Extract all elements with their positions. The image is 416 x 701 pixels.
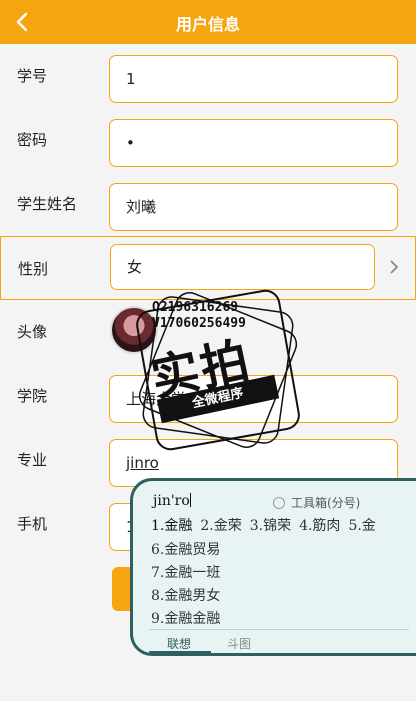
ime-candidate[interactable]: 6.金融贸易 bbox=[151, 539, 220, 559]
row-password: 密码 • bbox=[0, 108, 416, 172]
password-label: 密码 bbox=[17, 131, 48, 149]
ime-toolbox[interactable]: 工具箱(分号) bbox=[273, 494, 360, 511]
ime-tab-suggest[interactable]: 联想 bbox=[167, 635, 191, 652]
ime-toolbox-label: 工具箱(分号) bbox=[291, 496, 361, 510]
row-student-id: 学号 1 bbox=[0, 44, 416, 108]
phone-label: 手机 bbox=[17, 515, 48, 533]
name-label: 学生姓名 bbox=[17, 195, 78, 213]
ime-input-text: jin'ro bbox=[153, 493, 191, 509]
ime-candidate-row: 1.金融 2.金荣 3.锦荣 4.筋肉 5.金 bbox=[151, 515, 384, 535]
gender-label: 性别 bbox=[18, 260, 49, 278]
ime-tab-stickers[interactable]: 斗图 bbox=[227, 635, 251, 652]
name-input[interactable]: 刘曦 bbox=[109, 183, 398, 231]
ime-candidate[interactable]: 1.金融 bbox=[151, 518, 192, 534]
student-id-label: 学号 bbox=[17, 67, 48, 85]
ime-candidate[interactable]: 5.金 bbox=[348, 518, 375, 534]
row-name: 学生姓名 刘曦 bbox=[0, 172, 416, 236]
ime-candidate[interactable]: 2.金荣 bbox=[200, 518, 241, 534]
ime-tab-indicator bbox=[149, 651, 211, 653]
row-gender[interactable]: 性别 女 bbox=[0, 236, 416, 300]
avatar-label: 头像 bbox=[17, 323, 48, 341]
ime-panel: jin'ro 工具箱(分号) 1.金融 2.金荣 3.锦荣 4.筋肉 5.金 6.金融贸… bbox=[130, 478, 416, 656]
ime-candidate[interactable]: 7.金融一班 bbox=[151, 562, 220, 582]
gender-select[interactable]: 女 bbox=[110, 244, 375, 290]
page-title: 用户信息 bbox=[175, 15, 240, 34]
ime-candidate[interactable]: 9.金融金融 bbox=[151, 608, 220, 628]
chevron-right-icon[interactable] bbox=[389, 259, 399, 275]
watermark-qq: Q2196316269 bbox=[152, 300, 239, 315]
header-bar: 用户信息 bbox=[0, 0, 416, 44]
ime-caret bbox=[189, 493, 191, 507]
major-input-text: jinro bbox=[126, 454, 159, 472]
college-label: 学院 bbox=[17, 387, 48, 405]
ime-tab-bar: 联想 斗图 bbox=[149, 629, 409, 653]
ime-candidate[interactable]: 4.筋肉 bbox=[299, 518, 340, 534]
student-id-input[interactable]: 1 bbox=[109, 55, 398, 103]
ime-candidate[interactable]: 8.金融男女 bbox=[151, 585, 220, 605]
password-input[interactable]: • bbox=[109, 119, 398, 167]
ime-input: jin'ro bbox=[153, 493, 190, 509]
ime-candidate[interactable]: 3.锦荣 bbox=[250, 518, 291, 534]
major-label: 专业 bbox=[17, 451, 48, 469]
info-icon bbox=[273, 497, 285, 509]
